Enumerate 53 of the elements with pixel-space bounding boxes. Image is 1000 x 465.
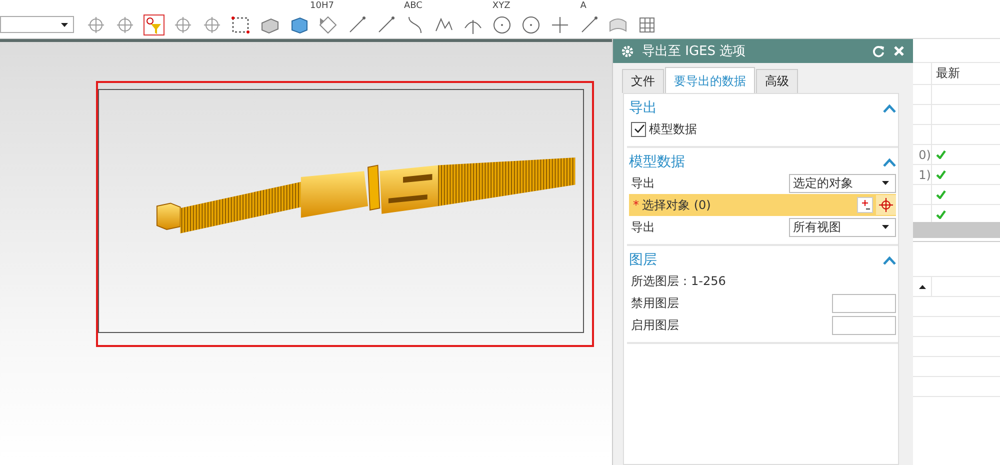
selection-label: 选择对象 (0) <box>642 196 711 214</box>
section-title[interactable]: 导出 <box>629 99 657 117</box>
column-header[interactable]: 最新 <box>932 65 960 82</box>
field-label: 导出 <box>631 218 655 236</box>
dropdown-value: 所有视图 <box>793 218 841 236</box>
filter-icon[interactable] <box>143 14 165 36</box>
checkmark-icon <box>936 150 946 158</box>
dropdown[interactable]: 所有视图 <box>789 218 896 236</box>
circle-icon[interactable] <box>491 14 513 36</box>
select-object-row[interactable]: * 选择对象 (0) <box>629 194 896 216</box>
table-row[interactable]: 0) <box>913 145 1000 165</box>
layer-range-text: 所选图层：1-256 <box>631 272 726 290</box>
caret-icon <box>882 181 889 185</box>
checkmark-icon <box>936 190 946 198</box>
table-cell: 0) <box>918 148 931 162</box>
toolbar-label[interactable]: A <box>580 0 586 10</box>
checkbox-label: 模型数据 <box>649 120 697 138</box>
dialog-tab[interactable]: 要导出的数据 <box>665 67 755 93</box>
toolbar-label[interactable]: 10H7 <box>310 0 334 10</box>
reset-icon[interactable] <box>872 44 885 58</box>
dialog-tab[interactable]: 高级 <box>756 69 798 93</box>
dialog-title: 导出至 IGES 选项 <box>642 43 747 60</box>
toolbar-label[interactable]: ABC <box>404 0 422 10</box>
dropdown-value: 选定的对象 <box>793 174 853 192</box>
caret-icon <box>61 22 68 26</box>
selection-filter-dropdown[interactable] <box>0 16 74 33</box>
dialog-tab[interactable]: 文件 <box>622 69 664 93</box>
checkmark-icon <box>936 170 946 178</box>
collapse-chevron-icon[interactable] <box>883 104 896 112</box>
collapse-chevron-icon[interactable] <box>883 158 896 166</box>
toolbar-label[interactable]: XYZ <box>492 0 510 10</box>
field-label: 导出 <box>631 174 655 192</box>
close-icon[interactable] <box>893 45 905 57</box>
settings-icon[interactable] <box>621 44 634 58</box>
field-label: 禁用图层 <box>631 294 679 312</box>
section-title[interactable]: 模型数据 <box>629 153 685 171</box>
dropdown[interactable]: 选定的对象 <box>789 174 896 192</box>
table-row[interactable]: 1) <box>913 165 1000 185</box>
sort-up-icon[interactable] <box>918 284 926 288</box>
checkmark-icon <box>936 210 946 218</box>
checkbox[interactable] <box>631 122 646 136</box>
field-label: 启用图层 <box>631 316 679 334</box>
section-title[interactable]: 图层 <box>629 251 657 269</box>
input-field[interactable] <box>832 316 896 334</box>
circle-icon[interactable] <box>520 14 542 36</box>
input-field[interactable] <box>832 294 896 312</box>
table-cell: 1) <box>918 168 931 182</box>
crosshair-icon[interactable] <box>876 195 896 215</box>
caret-icon <box>882 225 889 229</box>
add-remove-icon[interactable] <box>857 197 873 213</box>
collapse-chevron-icon[interactable] <box>883 256 896 264</box>
select-box-icon[interactable] <box>230 14 252 36</box>
required-mark: * <box>633 198 639 212</box>
